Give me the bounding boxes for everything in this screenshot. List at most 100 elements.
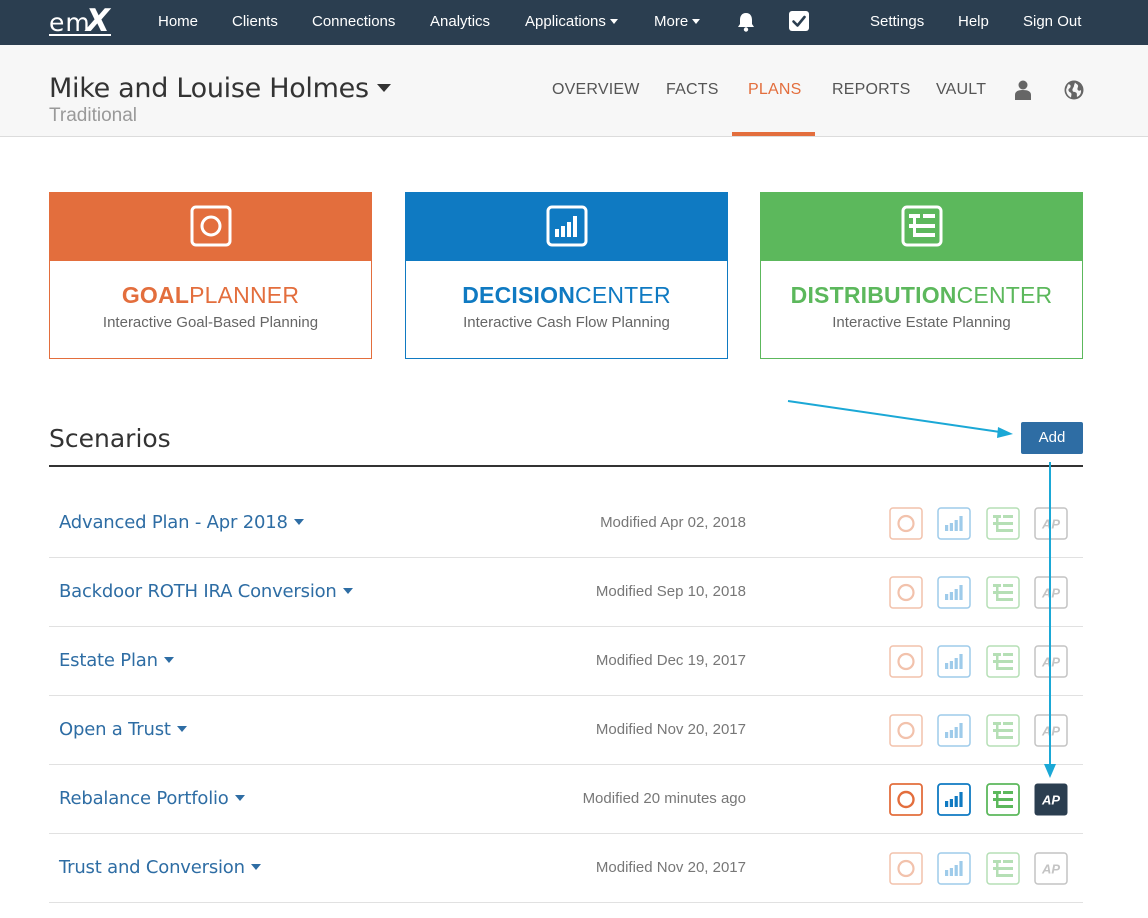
scenario-name-dropdown[interactable]: Backdoor ROTH IRA Conversion bbox=[59, 581, 353, 602]
scenario-name-dropdown[interactable]: Trust and Conversion bbox=[59, 857, 261, 878]
active-tab-indicator bbox=[732, 132, 815, 136]
nav-home[interactable]: Home bbox=[158, 0, 198, 45]
nav-settings[interactable]: Settings bbox=[870, 0, 924, 45]
ap-icon[interactable]: AP bbox=[1034, 852, 1068, 885]
goal-planner-title: GOALPLANNER bbox=[121, 282, 300, 308]
decision-center-icon bbox=[546, 205, 587, 247]
top-navigation-bar: em X Home Clients Connections Analytics … bbox=[0, 0, 1148, 45]
goal-planner-subtitle: Interactive Goal-Based Planning bbox=[102, 314, 319, 331]
decision-center-card[interactable]: DECISIONCENTER Interactive Cash Flow Pla… bbox=[405, 192, 728, 359]
distribution-center-icon bbox=[901, 205, 942, 247]
distribution-center-icon[interactable] bbox=[986, 852, 1020, 885]
distribution-center-card-header bbox=[761, 193, 1082, 261]
scenario-row-active: Rebalance Portfolio Modified 20 minutes … bbox=[49, 765, 1083, 834]
nav-applications[interactable]: Applications bbox=[525, 0, 618, 45]
tab-vault[interactable]: VAULT bbox=[936, 81, 986, 99]
ap-icon[interactable]: AP bbox=[1034, 783, 1068, 816]
goal-planner-icon[interactable] bbox=[889, 783, 923, 816]
scenario-modified-date: Modified Apr 02, 2018 bbox=[600, 514, 746, 531]
chevron-down-icon bbox=[609, 18, 618, 24]
svg-text:AP: AP bbox=[1041, 655, 1060, 670]
client-name: Mike and Louise Holmes bbox=[49, 73, 369, 104]
decision-center-icon[interactable] bbox=[937, 714, 971, 747]
goal-planner-icon[interactable] bbox=[889, 714, 923, 747]
ap-icon[interactable]: AP bbox=[1034, 576, 1068, 609]
nav-connections[interactable]: Connections bbox=[312, 0, 395, 45]
nav-more[interactable]: More bbox=[654, 0, 701, 45]
emx-logo[interactable]: em X bbox=[49, 3, 113, 39]
notification-bell-icon[interactable] bbox=[736, 11, 756, 33]
chevron-down-icon bbox=[250, 863, 261, 870]
goal-planner-card-header bbox=[50, 193, 371, 261]
decision-center-title: DECISIONCENTER bbox=[462, 282, 671, 308]
decision-center-icon[interactable] bbox=[937, 576, 971, 609]
add-scenario-button[interactable]: Add bbox=[1021, 422, 1083, 454]
scenario-name-dropdown[interactable]: Open a Trust bbox=[59, 719, 187, 740]
svg-text:AP: AP bbox=[1041, 586, 1060, 601]
svg-text:AP: AP bbox=[1041, 793, 1060, 808]
tasks-checkbox-icon[interactable] bbox=[789, 11, 809, 31]
tab-plans[interactable]: PLANS bbox=[748, 81, 801, 99]
scenario-modified-date: Modified Sep 10, 2018 bbox=[595, 583, 746, 600]
logo-underline bbox=[49, 34, 111, 36]
annotation-arrowhead bbox=[997, 427, 1013, 438]
distribution-center-title: DISTRIBUTIONCENTER bbox=[790, 282, 1053, 308]
scenario-name-dropdown[interactable]: Rebalance Portfolio bbox=[59, 788, 245, 809]
distribution-center-icon[interactable] bbox=[986, 507, 1020, 540]
chevron-down-icon bbox=[376, 83, 391, 92]
nav-applications-label: Applications bbox=[525, 13, 606, 30]
decision-center-subtitle: Interactive Cash Flow Planning bbox=[463, 314, 670, 331]
scenario-name-dropdown[interactable]: Advanced Plan - Apr 2018 bbox=[59, 512, 304, 533]
goal-planner-icon[interactable] bbox=[889, 852, 923, 885]
distribution-center-icon[interactable] bbox=[986, 645, 1020, 678]
tab-overview[interactable]: OVERVIEW bbox=[552, 81, 640, 99]
scenario-modified-date: Modified Nov 20, 2017 bbox=[595, 859, 746, 876]
goal-planner-icon[interactable] bbox=[889, 645, 923, 678]
nav-more-label: More bbox=[654, 13, 689, 30]
chevron-down-icon bbox=[342, 587, 353, 594]
distribution-center-icon[interactable] bbox=[986, 714, 1020, 747]
svg-text:AP: AP bbox=[1041, 862, 1060, 877]
goal-planner-icon[interactable] bbox=[889, 576, 923, 609]
nav-clients[interactable]: Clients bbox=[232, 0, 278, 45]
distribution-center-icon[interactable] bbox=[986, 576, 1020, 609]
distribution-center-icon[interactable] bbox=[986, 783, 1020, 816]
scenarios-heading: Scenarios bbox=[49, 424, 171, 453]
chevron-down-icon bbox=[163, 656, 174, 663]
chevron-down-icon bbox=[293, 518, 304, 525]
scenario-row: Open a Trust Modified Nov 20, 2017 AP bbox=[49, 696, 1083, 765]
chevron-down-icon bbox=[234, 794, 245, 801]
decision-center-icon[interactable] bbox=[937, 783, 971, 816]
distribution-center-subtitle: Interactive Estate Planning bbox=[832, 314, 1011, 331]
nav-analytics[interactable]: Analytics bbox=[430, 0, 490, 45]
decision-center-icon[interactable] bbox=[937, 852, 971, 885]
svg-text:AP: AP bbox=[1041, 724, 1060, 739]
decision-center-icon[interactable] bbox=[937, 645, 971, 678]
user-icon[interactable] bbox=[1015, 80, 1031, 100]
ap-icon[interactable]: AP bbox=[1034, 645, 1068, 678]
distribution-center-card[interactable]: DISTRIBUTIONCENTER Interactive Estate Pl… bbox=[760, 192, 1083, 359]
client-header: Mike and Louise Holmes Traditional OVERV… bbox=[0, 45, 1148, 137]
ap-icon[interactable]: AP bbox=[1034, 507, 1068, 540]
scenario-row: Trust and Conversion Modified Nov 20, 20… bbox=[49, 834, 1083, 903]
scenario-row: Advanced Plan - Apr 2018 Modified Apr 02… bbox=[49, 489, 1083, 558]
chevron-down-icon bbox=[692, 18, 701, 24]
nav-sign-out[interactable]: Sign Out bbox=[1023, 0, 1081, 45]
scenario-modified-date: Modified Dec 19, 2017 bbox=[595, 652, 746, 669]
client-plan-type: Traditional bbox=[49, 105, 138, 126]
logo-em-text: em bbox=[49, 8, 91, 37]
decision-center-card-header bbox=[406, 193, 727, 261]
nav-help[interactable]: Help bbox=[958, 0, 989, 45]
tab-reports[interactable]: REPORTS bbox=[832, 81, 910, 99]
goal-planner-icon[interactable] bbox=[889, 507, 923, 540]
globe-icon[interactable] bbox=[1064, 80, 1084, 100]
client-name-dropdown[interactable]: Mike and Louise Holmes bbox=[49, 73, 391, 104]
decision-center-icon[interactable] bbox=[937, 507, 971, 540]
scenario-modified-date: Modified 20 minutes ago bbox=[582, 790, 746, 807]
goal-planner-card[interactable]: GOALPLANNER Interactive Goal-Based Plann… bbox=[49, 192, 372, 359]
tab-facts[interactable]: FACTS bbox=[666, 81, 719, 99]
chevron-down-icon bbox=[176, 725, 187, 732]
scenario-name-dropdown[interactable]: Estate Plan bbox=[59, 650, 174, 671]
scenario-row: Estate Plan Modified Dec 19, 2017 AP bbox=[49, 627, 1083, 696]
ap-icon[interactable]: AP bbox=[1034, 714, 1068, 747]
